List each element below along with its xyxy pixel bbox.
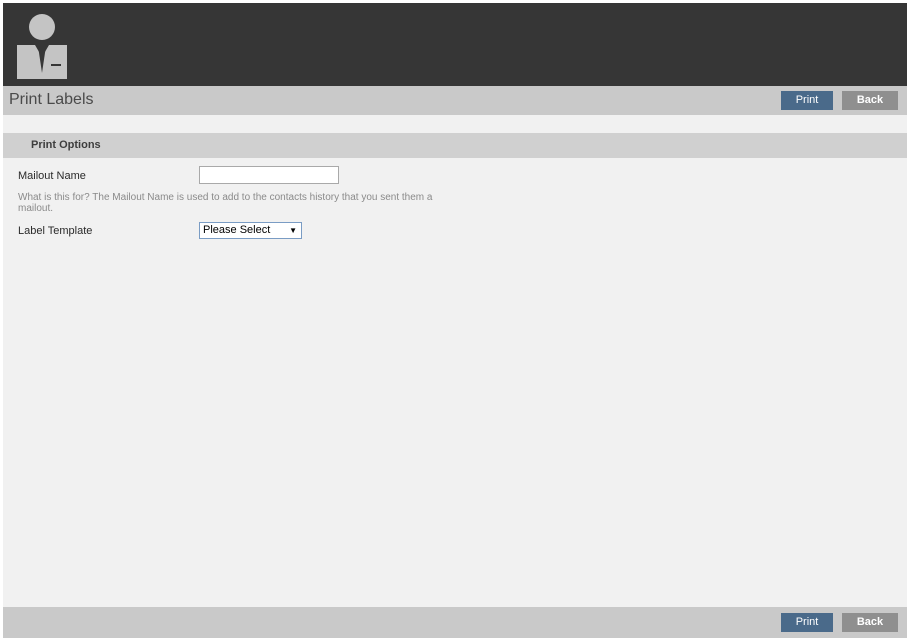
print-button-bottom[interactable]: Print <box>781 613 833 632</box>
label-template-label: Label Template <box>18 225 93 237</box>
section-title: Print Options <box>31 139 101 151</box>
app-header <box>3 3 907 86</box>
mailout-help-text: What is this for? The Mailout Name is us… <box>18 192 433 214</box>
mailout-name-input[interactable] <box>199 166 339 184</box>
user-profile-icon <box>17 14 67 79</box>
footer-bar: Print Back <box>3 607 907 638</box>
print-button-top[interactable]: Print <box>781 91 833 110</box>
label-template-selected-value: Please Select <box>203 224 271 236</box>
app-frame: Print Labels Print Back Print Options Ma… <box>3 3 907 638</box>
label-template-select[interactable]: Please Select ▼ <box>199 222 302 239</box>
page-title: Print Labels <box>9 91 94 108</box>
dropdown-arrow-icon: ▼ <box>289 226 297 235</box>
back-button-bottom[interactable]: Back <box>842 613 898 632</box>
title-bar: Print Labels Print Back <box>3 86 907 115</box>
mailout-name-label: Mailout Name <box>18 170 86 182</box>
back-button-top[interactable]: Back <box>842 91 898 110</box>
section-header: Print Options <box>3 133 907 158</box>
